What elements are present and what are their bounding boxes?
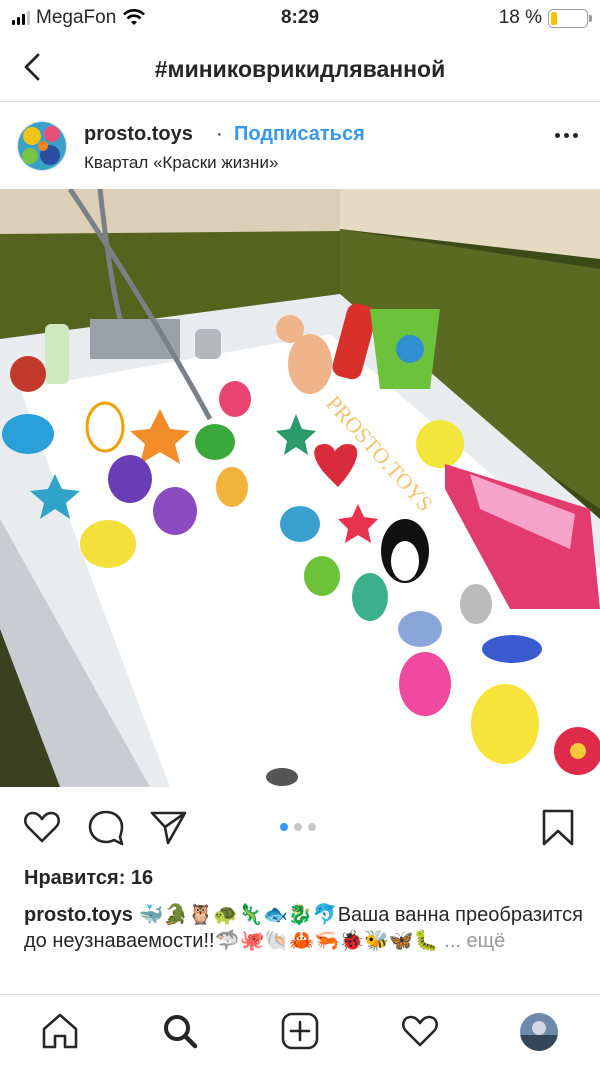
comment-icon — [88, 810, 124, 846]
tab-activity[interactable] — [400, 1011, 440, 1051]
post-caption: prosto.toys 🐳🐊🦉🐢🦎🐟🐉🐬Ваша ванна преобрази… — [24, 902, 584, 954]
battery-icon — [548, 8, 592, 28]
share-button[interactable] — [148, 807, 188, 847]
status-bar: MegaFon 8:29 18 % — [0, 0, 600, 36]
page-title: #миниковрикидляванной — [154, 56, 446, 82]
status-right: 18 % — [498, 7, 592, 29]
nav-header: #миниковрикидляванной — [0, 36, 600, 102]
bottom-tab-bar — [0, 994, 600, 1066]
tab-home[interactable] — [40, 1011, 80, 1051]
caption-username[interactable]: prosto.toys — [24, 904, 133, 926]
bookmark-icon — [542, 809, 574, 846]
follow-button[interactable]: Подписаться — [234, 123, 365, 146]
post-location[interactable]: Квартал «Краски жизни» — [84, 153, 278, 173]
comment-button[interactable] — [86, 807, 126, 847]
more-icon — [555, 133, 560, 138]
carousel-dot — [280, 823, 288, 831]
post-actions — [0, 787, 600, 867]
carousel-dot — [294, 823, 302, 831]
tab-search[interactable] — [160, 1011, 200, 1051]
battery-percent: 18 % — [498, 7, 542, 28]
post-header: prosto.toys · Подписаться Квартал «Краск… — [0, 103, 600, 189]
new-post-icon — [281, 1012, 319, 1050]
more-options-button[interactable] — [555, 133, 578, 138]
avatar[interactable] — [17, 121, 67, 171]
save-button[interactable] — [538, 807, 578, 847]
like-button[interactable] — [22, 807, 62, 847]
activity-heart-icon — [401, 1015, 439, 1047]
caption-more-link[interactable]: ... ещё — [444, 930, 505, 952]
tab-profile-avatar[interactable] — [520, 1013, 558, 1051]
send-icon — [150, 811, 187, 845]
home-icon — [42, 1013, 78, 1049]
heart-icon — [23, 811, 61, 843]
tab-new-post[interactable] — [280, 1011, 320, 1051]
search-icon — [164, 1015, 198, 1049]
post-image[interactable]: PROSTO.TOYS — [0, 189, 600, 787]
carousel-indicator — [280, 823, 316, 831]
post-username[interactable]: prosto.toys — [84, 123, 193, 146]
separator-dot: · — [216, 123, 223, 145]
likes-count[interactable]: Нравится: 16 — [24, 867, 153, 890]
carousel-dot — [308, 823, 316, 831]
